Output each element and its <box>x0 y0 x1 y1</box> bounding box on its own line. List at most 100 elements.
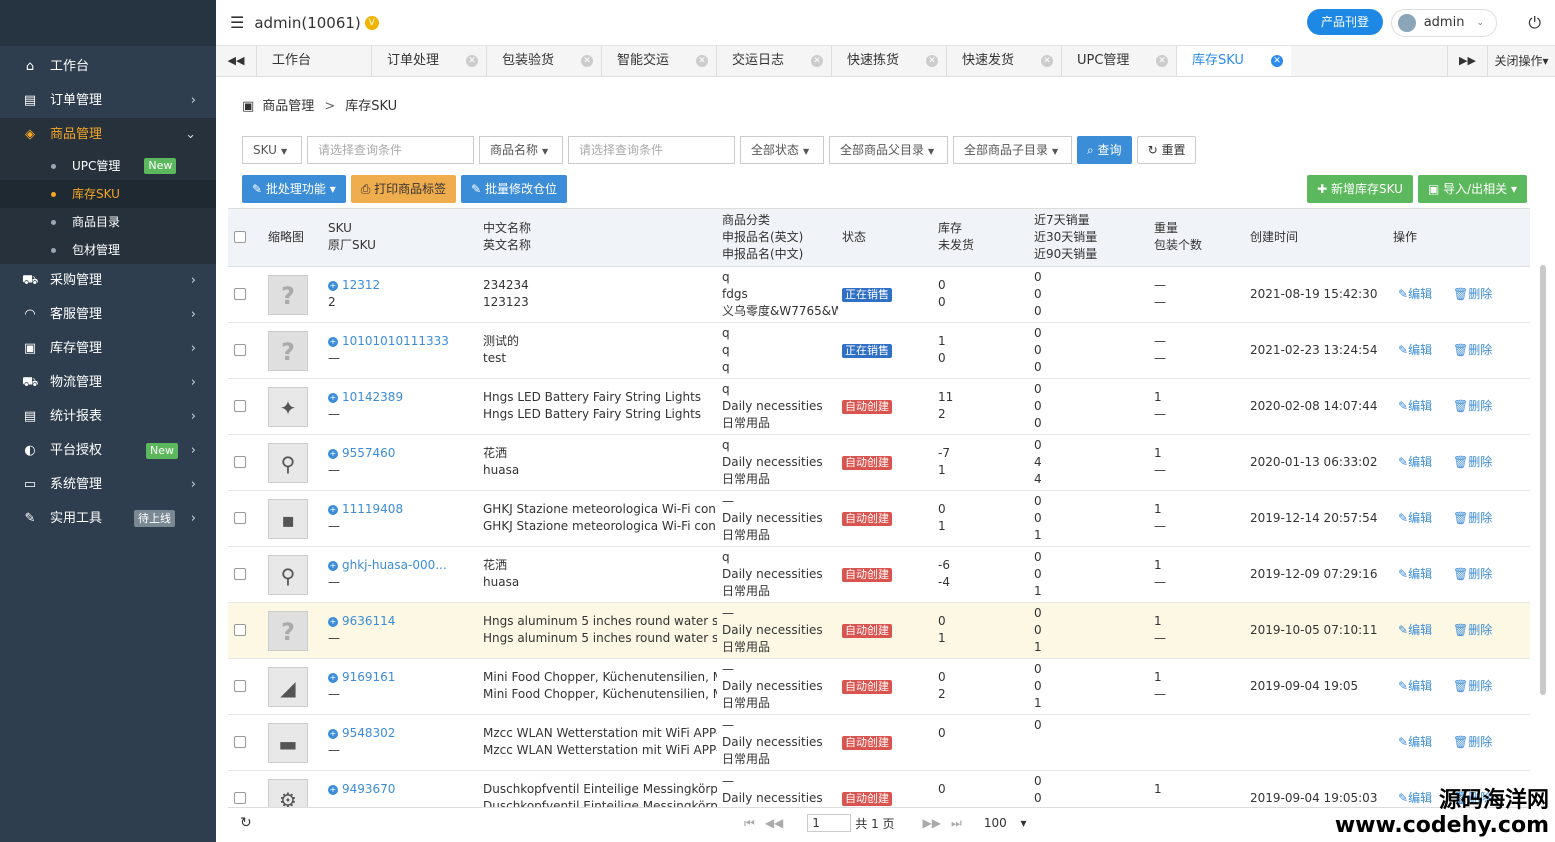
edit-button[interactable]: ✎编辑 <box>1398 678 1432 695</box>
first-page-icon[interactable]: ⏮ <box>744 816 755 831</box>
tab-scroll-right-icon[interactable]: ▶▶ <box>1447 46 1487 76</box>
close-icon[interactable]: ✕ <box>1156 55 1168 67</box>
tab-smart-ship[interactable]: 智能交运 ✕ <box>601 46 716 76</box>
edit-button[interactable]: ✎编辑 <box>1398 566 1432 583</box>
sku-field-select[interactable]: SKU ▼ <box>242 136 302 164</box>
sidebar-item-tools[interactable]: ✎ 实用工具 待上线 › <box>0 502 216 536</box>
parent-category-select[interactable]: 全部商品父目录 ▼ <box>829 136 948 164</box>
delete-button[interactable]: 🗑删除 <box>1453 454 1492 471</box>
sku-link[interactable]: +9636114 <box>328 613 395 630</box>
edit-button[interactable]: ✎编辑 <box>1398 286 1432 303</box>
breadcrumb-root[interactable]: 商品管理 <box>262 87 314 127</box>
edit-button[interactable]: ✎编辑 <box>1398 734 1432 751</box>
last-page-icon[interactable]: ⏭ <box>951 816 962 831</box>
sidebar-item-service[interactable]: ◠ 客服管理 › <box>0 298 216 332</box>
sidebar-item-orders[interactable]: ▤ 订单管理 › <box>0 84 216 118</box>
child-category-select[interactable]: 全部商品子目录 ▼ <box>953 136 1072 164</box>
search-button[interactable]: ⌕ 查询 <box>1077 136 1132 164</box>
page-size-select[interactable]: 100 ▾ <box>984 816 1027 830</box>
table-row[interactable]: ? +9636114— Hngs aluminum 5 inches round w… <box>228 603 1530 659</box>
row-checkbox[interactable] <box>234 456 246 468</box>
close-icon[interactable]: ✕ <box>926 55 938 67</box>
status-select[interactable]: 全部状态 ▼ <box>740 136 824 164</box>
sku-search-input[interactable]: 请选择查询条件 <box>307 136 474 164</box>
sidebar-item-workbench[interactable]: ⌂ 工作台 <box>0 50 216 84</box>
sku-link[interactable]: +9493670 <box>328 781 395 798</box>
table-row[interactable]: ? +10101010111333— 测试的 test q q q 正在销售 1 0 0 0 0— —20… <box>228 323 1530 379</box>
sidebar-item-purchase[interactable]: ⛟ 采购管理 › <box>0 264 216 298</box>
print-label-button[interactable]: ⎙ 打印商品标签 <box>350 175 457 203</box>
sidebar-item-inventory[interactable]: ▣ 库存管理 › <box>0 332 216 366</box>
table-row[interactable]: ? +12312 2 234234 123123 q fdgs 义乌零度&W7765&W 正在销… <box>228 267 1530 323</box>
edit-button[interactable]: ✎编辑 <box>1398 398 1432 415</box>
edit-button[interactable]: ✎编辑 <box>1398 342 1432 359</box>
name-search-input[interactable]: 请选择查询条件 <box>568 136 735 164</box>
refresh-icon[interactable]: ↻ <box>240 815 252 831</box>
select-all-checkbox[interactable] <box>234 231 246 243</box>
sku-link[interactable]: +11119408 <box>328 501 403 518</box>
page-input[interactable]: 1 <box>807 814 852 832</box>
tab-scroll-left-icon[interactable]: ◀◀ <box>216 46 256 76</box>
tab-quick-ship[interactable]: 快速发货 ✕ <box>946 46 1061 76</box>
close-icon[interactable]: ✕ <box>466 55 478 67</box>
sku-link[interactable]: +9548302 <box>328 725 395 742</box>
edit-button[interactable]: ✎编辑 <box>1398 454 1432 471</box>
close-icon[interactable]: ✕ <box>581 55 593 67</box>
import-export-button[interactable]: ▣ 导入/出相关 ▾ <box>1417 175 1527 203</box>
name-field-select[interactable]: 商品名称 ▼ <box>479 136 563 164</box>
add-stock-sku-button[interactable]: ✚ 新增库存SKU <box>1307 175 1413 203</box>
sidebar-subitem-upc[interactable]: UPC管理 New <box>0 152 216 180</box>
tab-pack-check[interactable]: 包装验货 ✕ <box>486 46 601 76</box>
sidebar-item-system[interactable]: ▭ 系统管理 › <box>0 468 216 502</box>
table-row[interactable]: ✦ +10142389— Hngs LED Battery Fairy String… <box>228 379 1530 435</box>
close-icon[interactable]: ✕ <box>1271 55 1283 67</box>
batch-process-button[interactable]: ✎ 批处理功能 ▾ <box>242 175 346 203</box>
next-page-icon[interactable]: ▶▶ <box>923 816 941 830</box>
sidebar-item-reports[interactable]: ▤ 统计报表 › <box>0 400 216 434</box>
close-ops-dropdown[interactable]: 关闭操作▾ <box>1487 46 1555 76</box>
delete-button[interactable]: 🗑删除 <box>1453 510 1492 527</box>
sku-link[interactable]: +10142389 <box>328 389 403 406</box>
user-menu[interactable]: admin ⌄ <box>1390 9 1497 37</box>
row-checkbox[interactable] <box>234 680 246 692</box>
delete-button[interactable]: 🗑删除 <box>1453 734 1492 751</box>
sku-link[interactable]: + ghkj-huasa-000... <box>328 557 447 574</box>
close-icon[interactable]: ✕ <box>1041 55 1053 67</box>
sku-link[interactable]: +9169161 <box>328 669 395 686</box>
batch-edit-location-button[interactable]: ✎ 批量修改仓位 <box>461 175 568 203</box>
row-checkbox[interactable] <box>234 624 246 636</box>
tab-order-processing[interactable]: 订单处理 ✕ <box>371 46 486 76</box>
row-checkbox[interactable] <box>234 344 246 356</box>
table-row[interactable]: ◢ +9169161— Mini Food Chopper, Küchenutens… <box>228 659 1530 715</box>
sidebar-item-logistics[interactable]: ⛟ 物流管理 › <box>0 366 216 400</box>
table-row[interactable]: ▬ +9548302— Mzcc WLAN Wetterstation mit Wi… <box>228 715 1530 771</box>
tab-workbench[interactable]: 工作台 <box>256 46 371 76</box>
close-icon[interactable]: ✕ <box>811 55 823 67</box>
delete-button[interactable]: 🗑删除 <box>1453 566 1492 583</box>
sidebar-item-auth[interactable]: ◐ 平台授权 New › <box>0 434 216 468</box>
tab-ship-log[interactable]: 交运日志 ✕ <box>716 46 831 76</box>
row-checkbox[interactable] <box>234 792 246 804</box>
tab-upc[interactable]: UPC管理 ✕ <box>1061 46 1176 76</box>
edit-button[interactable]: ✎编辑 <box>1398 622 1432 639</box>
table-row[interactable]: ⚲ +9557460— 花洒 huasa q Daily necessities 日常用品自… <box>228 435 1530 491</box>
sidebar-subitem-catalog[interactable]: 商品目录 <box>0 208 216 236</box>
prev-page-icon[interactable]: ◀◀ <box>765 816 783 830</box>
tab-stock-sku[interactable]: 库存SKU ✕ <box>1176 46 1291 76</box>
row-checkbox[interactable] <box>234 568 246 580</box>
table-row[interactable]: ▪ +11119408— GHKJ Stazione meteorologica W… <box>228 491 1530 547</box>
delete-button[interactable]: 🗑删除 <box>1453 398 1492 415</box>
power-icon[interactable]: ⏻ <box>1528 13 1541 33</box>
row-checkbox[interactable] <box>234 288 246 300</box>
edit-button[interactable]: ✎编辑 <box>1398 510 1432 527</box>
sidebar-item-products[interactable]: ◈ 商品管理 ⌄ <box>0 118 216 152</box>
row-checkbox[interactable] <box>234 400 246 412</box>
sku-link[interactable]: +10101010111333 <box>328 333 449 350</box>
tab-quick-pick[interactable]: 快速拣货 ✕ <box>831 46 946 76</box>
product-listing-button[interactable]: 产品刊登 <box>1306 9 1383 35</box>
delete-button[interactable]: 🗑删除 <box>1453 678 1492 695</box>
delete-button[interactable]: 🗑删除 <box>1453 622 1492 639</box>
scrollbar[interactable] <box>1540 265 1546 695</box>
row-checkbox[interactable] <box>234 512 246 524</box>
row-checkbox[interactable] <box>234 736 246 748</box>
